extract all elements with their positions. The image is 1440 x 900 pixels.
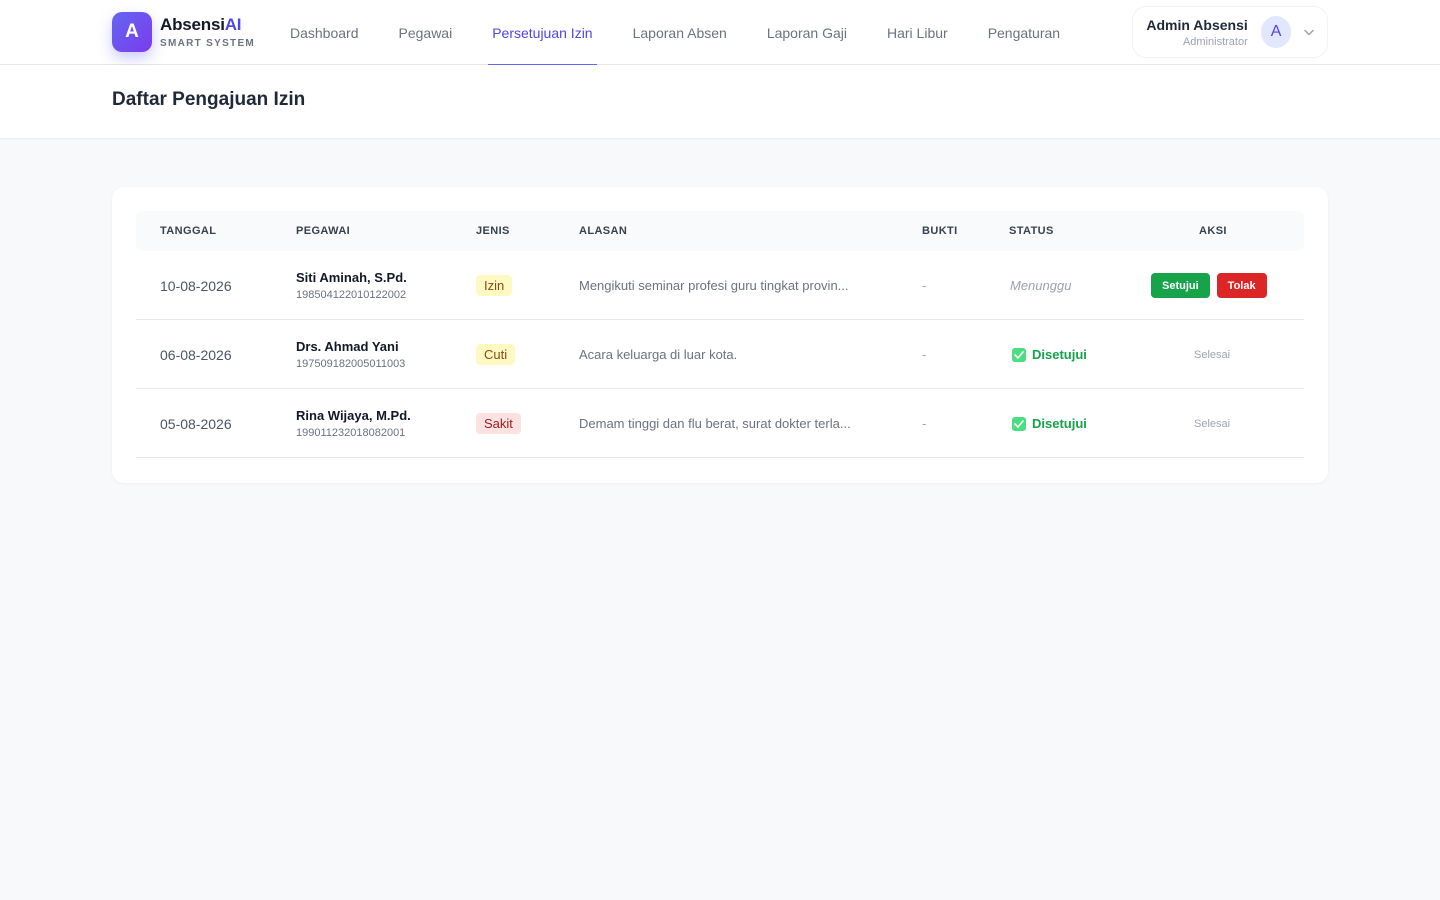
request-date: 05-08-2026 — [160, 415, 232, 432]
table-header: TANGGAL PEGAWAI JENIS ALASAN BUKTI STATU… — [136, 211, 1304, 251]
approve-button[interactable]: Setujui — [1151, 273, 1210, 298]
user-info: Admin Absensi Administrator — [1145, 16, 1248, 48]
brand-subtitle: SMART SYSTEM — [160, 38, 256, 49]
brand-logo: A — [112, 12, 152, 52]
brand-name-accent: AI — [224, 15, 242, 34]
top-navbar: A AbsensiAI SMART SYSTEM Dashboard Pegaw… — [0, 0, 1440, 66]
leave-type-badge: Izin — [476, 275, 513, 296]
brand[interactable]: A AbsensiAI SMART SYSTEM — [112, 12, 255, 52]
leave-reason: Mengikuti seminar profesi guru tingkat p… — [579, 278, 849, 293]
user-role: Administrator — [1182, 35, 1248, 48]
leave-requests-table: TANGGAL PEGAWAI JENIS ALASAN BUKTI STATU… — [136, 211, 1304, 458]
reject-button[interactable]: Tolak — [1216, 273, 1267, 298]
action-done-label: Selesai — [1194, 417, 1231, 430]
employee-cell: Rina Wijaya, M.Pd. 199011232018082001 — [296, 389, 411, 458]
employee-name: Siti Aminah, S.Pd. — [296, 270, 407, 285]
leave-type-cell: Izin — [476, 251, 513, 320]
col-header-jenis: JENIS — [476, 225, 510, 237]
page-title: Daftar Pengajuan Izin — [112, 89, 306, 110]
status-badge: Disetujui — [1012, 320, 1087, 389]
nav-item-persetujuan-izin[interactable]: Persetujuan Izin — [472, 0, 612, 66]
table-row: 06-08-2026 Drs. Ahmad Yani 1975091820050… — [136, 320, 1304, 389]
employee-name: Drs. Ahmad Yani — [296, 339, 399, 354]
main-nav: Dashboard Pegawai Persetujuan Izin Lapor… — [270, 0, 1080, 66]
col-header-status: STATUS — [1009, 225, 1054, 237]
status-badge: Menunggu — [1010, 278, 1072, 293]
status-label: Disetujui — [1032, 416, 1087, 431]
status-label: Disetujui — [1032, 347, 1087, 362]
status-badge: Disetujui — [1012, 389, 1087, 458]
brand-name: AbsensiAI — [160, 15, 255, 35]
nav-item-dashboard[interactable]: Dashboard — [270, 0, 379, 65]
employee-nip: 197509182005011003 — [296, 358, 406, 370]
employee-cell: Drs. Ahmad Yani 197509182005011003 — [296, 320, 405, 389]
table-row: 05-08-2026 Rina Wijaya, M.Pd. 1990112320… — [136, 389, 1304, 458]
nav-item-pengaturan[interactable]: Pengaturan — [968, 0, 1080, 65]
action-done-label: Selesai — [1194, 348, 1231, 361]
request-date: 10-08-2026 — [160, 277, 232, 294]
request-date: 06-08-2026 — [160, 346, 232, 363]
check-icon — [1012, 347, 1026, 362]
leave-type-badge: Sakit — [476, 413, 521, 434]
check-icon — [1012, 416, 1026, 431]
employee-cell: Siti Aminah, S.Pd. 198504122010122002 — [296, 251, 407, 320]
page-header: Daftar Pengajuan Izin — [0, 65, 1440, 139]
leave-type-badge: Cuti — [476, 344, 516, 365]
leave-type-cell: Cuti — [476, 320, 516, 389]
proof-cell: - — [922, 416, 927, 431]
actions-cell: Setujui Tolak — [1151, 251, 1267, 320]
col-header-bukti: BUKTI — [922, 225, 958, 237]
proof-cell: - — [922, 278, 927, 293]
brand-text: AbsensiAI SMART SYSTEM — [160, 15, 255, 49]
nav-item-hari-libur[interactable]: Hari Libur — [867, 0, 968, 65]
user-menu[interactable]: Admin Absensi Administrator A — [1132, 6, 1328, 58]
chevron-down-icon[interactable] — [1303, 26, 1315, 38]
leave-reason: Demam tinggi dan flu berat, surat dokter… — [579, 416, 851, 431]
employee-nip: 199011232018082001 — [296, 427, 406, 439]
leave-requests-card: TANGGAL PEGAWAI JENIS ALASAN BUKTI STATU… — [112, 187, 1328, 483]
brand-name-main: Absensi — [160, 15, 225, 34]
user-name: Admin Absensi — [1146, 16, 1248, 33]
nav-item-laporan-absen[interactable]: Laporan Absen — [613, 0, 747, 65]
col-header-tanggal: TANGGAL — [160, 225, 217, 237]
nav-item-pegawai[interactable]: Pegawai — [379, 0, 473, 65]
nav-item-laporan-gaji[interactable]: Laporan Gaji — [747, 0, 867, 65]
leave-reason: Acara keluarga di luar kota. — [579, 347, 738, 362]
table-row: 10-08-2026 Siti Aminah, S.Pd. 1985041220… — [136, 251, 1304, 320]
employee-name: Rina Wijaya, M.Pd. — [296, 408, 411, 423]
proof-cell: - — [922, 347, 927, 362]
col-header-alasan: ALASAN — [579, 225, 628, 237]
col-header-aksi: AKSI — [1199, 225, 1227, 237]
avatar: A — [1260, 16, 1292, 48]
leave-type-cell: Sakit — [476, 389, 521, 458]
col-header-pegawai: PEGAWAI — [296, 225, 351, 237]
employee-nip: 198504122010122002 — [296, 289, 407, 301]
